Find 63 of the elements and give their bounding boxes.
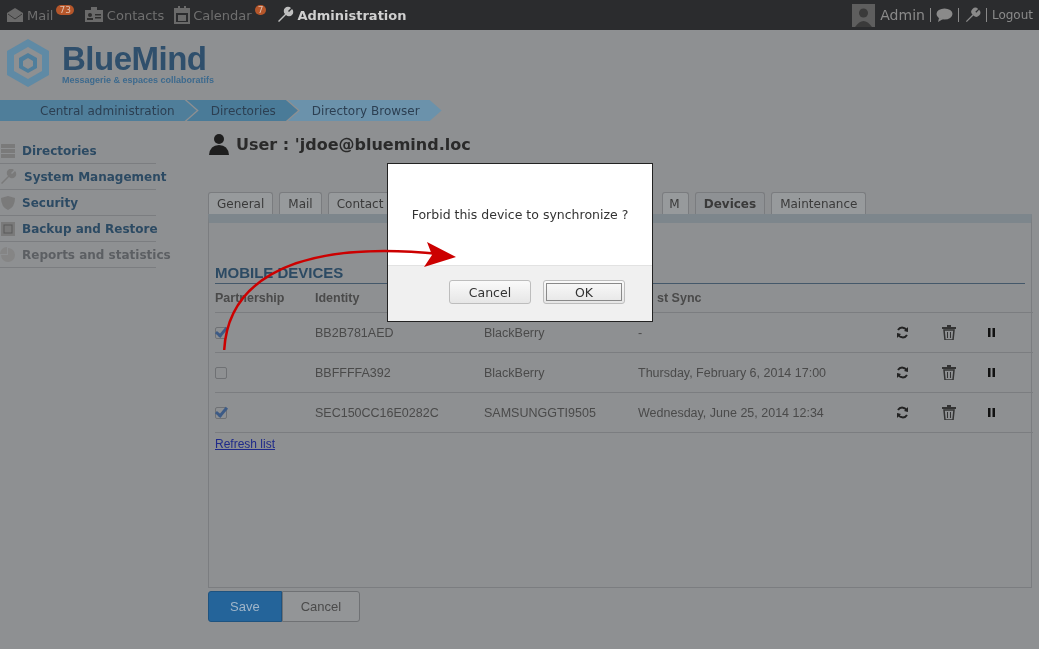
tab[interactable]: Mail — [279, 192, 322, 214]
breadcrumb-item[interactable]: Central administration — [0, 100, 197, 121]
calendar-icon — [174, 6, 191, 24]
table-cell: BB2B781AED — [315, 325, 394, 340]
table-cell: BlackBerry — [484, 325, 545, 340]
checkbox[interactable] — [215, 326, 227, 339]
sidebar-item[interactable]: Backup and Restore — [22, 221, 158, 236]
sidebar-item[interactable]: Directories — [22, 143, 97, 158]
refresh-icon[interactable] — [896, 406, 909, 419]
app-label[interactable]: Mail — [27, 7, 54, 23]
user-name[interactable]: Admin — [880, 7, 925, 23]
breadcrumb-item[interactable]: Directories — [186, 100, 298, 121]
dialog-button[interactable]: OK — [543, 280, 625, 304]
column-header: st Sync — [657, 291, 702, 305]
safe-icon — [0, 220, 16, 237]
page-title: User : 'jdoe@bluemind.loc — [236, 134, 471, 154]
count-badge: 7 — [254, 5, 267, 15]
pause-icon[interactable] — [988, 328, 995, 337]
trash-icon[interactable] — [942, 365, 956, 380]
table-cell: Thursday, February 6, 2014 17:00 — [638, 365, 827, 380]
tab[interactable]: M — [662, 192, 689, 214]
app-label[interactable]: Contacts — [106, 7, 165, 23]
table-cell: BlackBerry — [484, 365, 545, 380]
tab[interactable]: Devices — [694, 192, 766, 214]
sidebar-item[interactable]: Security — [22, 195, 79, 210]
app-label[interactable]: Calendar — [193, 7, 252, 23]
cancel-button[interactable]: Cancel — [281, 591, 361, 622]
refresh-link[interactable]: Refresh list — [215, 437, 276, 451]
tab[interactable]: Maintenance — [771, 192, 867, 214]
checkbox[interactable] — [215, 366, 227, 379]
chat-bubble-icon[interactable] — [935, 8, 953, 22]
pause-icon[interactable] — [988, 368, 995, 377]
app-label[interactable]: Administration — [297, 7, 407, 23]
trash-icon[interactable] — [942, 405, 956, 420]
envelope-icon — [6, 7, 24, 23]
logo-tagline: Messagerie & espaces collaboratifs — [62, 74, 215, 85]
table-cell: BBFFFFA392 — [315, 365, 391, 380]
trash-icon[interactable] — [942, 325, 956, 340]
pause-icon[interactable] — [988, 408, 995, 417]
dialog-message: Forbid this device to synchronize ? — [411, 207, 629, 222]
wrench-icon — [276, 6, 295, 24]
database-icon — [0, 142, 16, 159]
shield-icon — [0, 194, 16, 211]
table-cell: SEC150CC16E0282C — [315, 405, 439, 420]
dialog-button[interactable]: Cancel — [449, 280, 531, 304]
checkbox[interactable] — [215, 406, 227, 419]
refresh-icon[interactable] — [896, 326, 909, 339]
logo-wordmark: BlueMind — [62, 41, 207, 75]
count-badge: 73 — [56, 5, 74, 15]
logout-link[interactable]: Logout — [991, 8, 1033, 22]
save-button[interactable]: Save — [208, 591, 282, 622]
breadcrumb-item[interactable]: Directory Browser — [287, 100, 442, 121]
sidebar-item[interactable]: System Management — [24, 169, 167, 184]
tab[interactable]: General — [208, 192, 274, 214]
wrench-icon[interactable] — [963, 6, 981, 24]
table-cell: Wednesday, June 25, 2014 12:34 — [638, 405, 824, 420]
table-cell: - — [638, 325, 643, 340]
refresh-icon[interactable] — [896, 366, 909, 379]
user-silhouette-icon — [208, 133, 230, 155]
column-header: Identity — [315, 291, 360, 305]
table-cell: SAMSUNGGTI9505 — [484, 405, 596, 420]
wrench-icon — [0, 168, 18, 185]
contact-card-icon — [83, 7, 104, 23]
